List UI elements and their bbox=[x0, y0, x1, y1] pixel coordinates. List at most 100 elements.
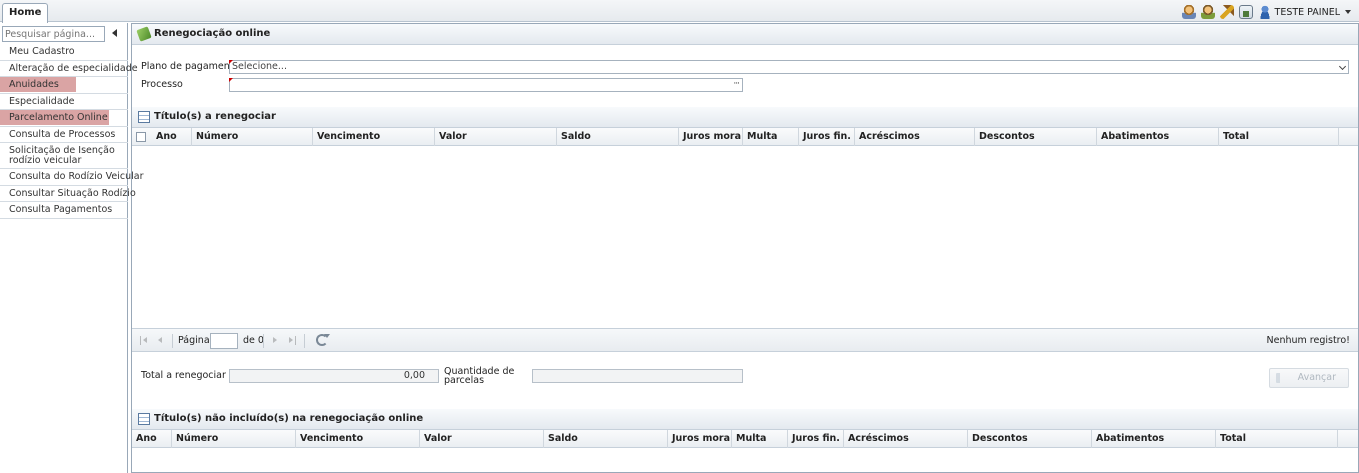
sidebar-item[interactable]: Consulta de Processos bbox=[0, 127, 128, 143]
total-renegociar-field: 0,00 bbox=[229, 369, 439, 383]
sidebar-item[interactable]: Consulta Pagamentos bbox=[0, 202, 128, 219]
quantidade-parcelas-field bbox=[532, 369, 743, 383]
sidebar: Meu Cadastro Alteração de especialidade An… bbox=[0, 23, 143, 473]
sidebar-item-label: Especialidade bbox=[9, 95, 75, 107]
column-header[interactable]: Juros mora bbox=[668, 430, 732, 448]
panel-header-titulos-renegociar: Título(s) a renegociar bbox=[132, 107, 1358, 128]
column-header[interactable]: Descontos bbox=[968, 430, 1092, 448]
page-search-input[interactable] bbox=[3, 27, 104, 41]
column-header[interactable]: Juros fin. bbox=[788, 430, 844, 448]
grid-icon bbox=[138, 111, 150, 123]
select-all-checkbox[interactable] bbox=[136, 132, 146, 142]
user-switch-icon[interactable] bbox=[1200, 5, 1215, 19]
panel-header-renegociacao: Renegociação online bbox=[132, 24, 1358, 45]
column-header[interactable]: Abatimentos bbox=[1097, 128, 1219, 146]
sidebar-item-label: Consulta do Rodízio Veicular bbox=[9, 171, 144, 182]
user-profile-icon[interactable] bbox=[1181, 5, 1196, 19]
advance-icon bbox=[1276, 373, 1286, 383]
sidebar-item[interactable]: Consultar Situação Rodízio bbox=[0, 186, 136, 202]
sidebar-item-label: Anuidades bbox=[9, 79, 59, 90]
page-count: de 0 bbox=[243, 335, 264, 346]
sidebar-item-label: Solicitação de Isenção rodízio veicular bbox=[9, 145, 115, 166]
column-header[interactable]: Número bbox=[192, 128, 313, 146]
processo-field[interactable]: ··· bbox=[229, 78, 743, 92]
sidebar-item-label: Consultar Situação Rodízio bbox=[9, 187, 136, 199]
sidebar-nav: Meu Cadastro Alteração de especialidade An… bbox=[0, 44, 143, 219]
prev-page-icon[interactable] bbox=[156, 336, 164, 345]
column-header[interactable]: Juros mora bbox=[679, 128, 743, 146]
column-header[interactable]: Ano bbox=[132, 430, 172, 448]
page-search-box bbox=[2, 26, 105, 42]
column-header[interactable]: Valor bbox=[420, 430, 544, 448]
column-header[interactable]: Multa bbox=[732, 430, 788, 448]
processo-label: Processo bbox=[141, 79, 183, 90]
paging-divider bbox=[263, 334, 264, 348]
sidebar-item[interactable]: Consulta do Rodízio Veicular bbox=[0, 169, 143, 186]
tab-home[interactable]: Home bbox=[2, 3, 49, 23]
grid1-paging-toolbar: Página de 0 Nenhum registro! bbox=[132, 328, 1358, 352]
page-number-input[interactable] bbox=[210, 333, 238, 349]
advance-label: Avançar bbox=[1297, 372, 1336, 383]
column-header[interactable]: Número bbox=[172, 430, 296, 448]
column-header[interactable]: Juros fin. bbox=[799, 128, 855, 146]
column-header[interactable]: Vencimento bbox=[296, 430, 420, 448]
person-icon[interactable] bbox=[1257, 5, 1272, 19]
plano-pagamento-select[interactable]: Selecione... bbox=[229, 60, 1349, 74]
sidebar-item[interactable]: Solicitação de Isenção rodízio veicular bbox=[0, 143, 128, 169]
page-title: Renegociação online bbox=[154, 28, 271, 39]
sidebar-item-label: Meu Cadastro bbox=[9, 46, 75, 57]
total-renegociar-label: Total a renegociar bbox=[141, 370, 226, 381]
column-header[interactable]: Valor bbox=[435, 128, 557, 146]
first-page-icon[interactable] bbox=[140, 336, 148, 345]
top-tab-bar: Home TESTE PAINEL bbox=[0, 0, 1359, 23]
column-header[interactable]: Total bbox=[1219, 128, 1339, 146]
grid-icon bbox=[138, 413, 150, 425]
main-panel: Renegociação online Plano de pagamento S… bbox=[131, 23, 1359, 473]
advance-button[interactable]: Avançar bbox=[1269, 368, 1349, 388]
sidebar-item-label: Alteração de especialidade bbox=[9, 62, 138, 74]
sidebar-item-label: Consulta de Processos bbox=[9, 128, 116, 140]
sidebar-item-label: Consulta Pagamentos bbox=[9, 204, 113, 215]
column-header[interactable]: Saldo bbox=[544, 430, 668, 448]
grid2-title: Título(s) não incluído(s) na renegociaçã… bbox=[154, 413, 424, 424]
sidebar-item[interactable]: Especialidade bbox=[0, 94, 128, 110]
chevron-down-icon[interactable] bbox=[1338, 62, 1347, 71]
user-name[interactable]: TESTE PAINEL bbox=[1275, 7, 1340, 18]
column-header[interactable]: Acréscimos bbox=[855, 128, 975, 146]
sidebar-item[interactable]: Anuidades bbox=[0, 77, 128, 94]
column-header[interactable]: Abatimentos bbox=[1092, 430, 1216, 448]
broom-clear-icon[interactable] bbox=[1219, 5, 1234, 19]
grid2-body bbox=[132, 448, 1358, 472]
collapse-sidebar-icon[interactable] bbox=[112, 29, 117, 37]
refresh-icon[interactable] bbox=[316, 334, 330, 346]
column-header[interactable]: Acréscimos bbox=[844, 430, 968, 448]
page-label: Página bbox=[178, 335, 210, 346]
column-header[interactable]: Descontos bbox=[975, 128, 1097, 146]
ellipsis-lookup-icon[interactable]: ··· bbox=[733, 78, 740, 90]
plano-label: Plano de pagamento bbox=[141, 61, 240, 72]
column-header[interactable]: Multa bbox=[743, 128, 799, 146]
top-toolbar: TESTE PAINEL bbox=[1181, 4, 1351, 20]
money-icon bbox=[136, 26, 152, 42]
paging-status: Nenhum registro! bbox=[1266, 335, 1351, 346]
panel-header-titulos-nao-incluidos: Título(s) não incluído(s) na renegociaçã… bbox=[132, 409, 1358, 430]
column-header[interactable]: Saldo bbox=[557, 128, 679, 146]
home-icon[interactable] bbox=[1238, 5, 1253, 19]
sidebar-item[interactable]: Alteração de especialidade bbox=[0, 61, 138, 77]
chevron-down-icon[interactable] bbox=[1345, 10, 1351, 14]
column-header[interactable]: Ano bbox=[152, 128, 192, 146]
sidebar-item-label: Parcelamento Online bbox=[9, 112, 108, 123]
paging-divider bbox=[304, 334, 305, 348]
grid1-body bbox=[132, 146, 1358, 328]
paging-divider bbox=[172, 334, 173, 348]
last-page-icon[interactable] bbox=[288, 336, 296, 345]
quantidade-parcelas-label: Quantidade de parcelas bbox=[444, 366, 515, 386]
grid2-header: Ano Número Vencimento Valor Saldo Juros mora M… bbox=[132, 430, 1358, 448]
next-page-icon[interactable] bbox=[272, 336, 280, 345]
column-header[interactable]: Total bbox=[1216, 430, 1338, 448]
sidebar-item[interactable]: Meu Cadastro bbox=[0, 44, 128, 61]
plano-select-value: Selecione... bbox=[232, 61, 287, 72]
column-header[interactable]: Vencimento bbox=[313, 128, 435, 146]
sidebar-item[interactable]: Parcelamento Online bbox=[0, 110, 128, 127]
grid1-title: Título(s) a renegociar bbox=[154, 111, 276, 122]
